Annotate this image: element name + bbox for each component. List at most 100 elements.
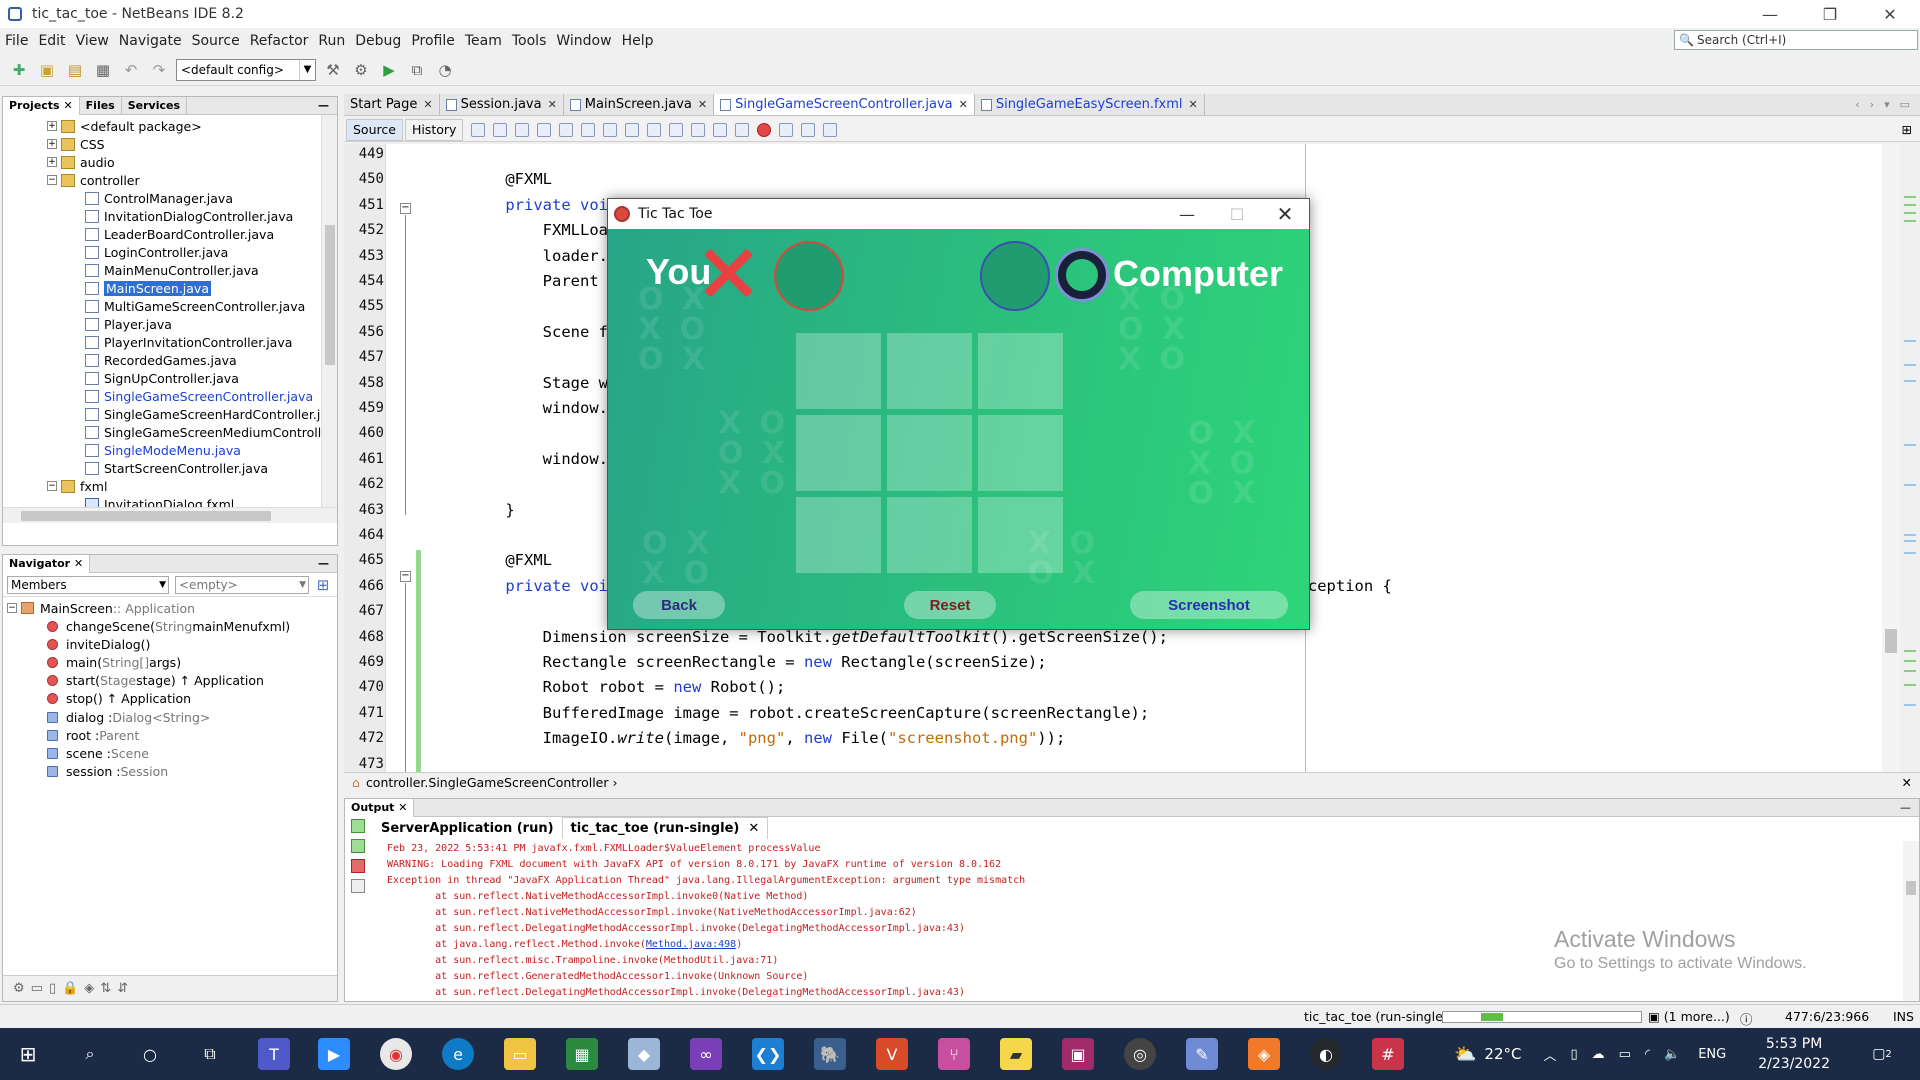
tree-item[interactable]: LeaderBoardController.java <box>85 225 274 243</box>
code-line[interactable]: Scene fxm <box>468 320 627 345</box>
code-line[interactable]: Parent fx <box>468 269 627 294</box>
tab-navigator[interactable]: Navigator ✕ <box>3 554 91 573</box>
tree-item[interactable]: InvitationDialogController.java <box>85 207 293 225</box>
sort-source-icon[interactable]: ⇵ <box>117 981 128 996</box>
navigator-member[interactable]: scene : Scene <box>47 744 149 762</box>
board-cell-6[interactable] <box>796 497 881 573</box>
tray-chevron-icon[interactable]: ︿ <box>1543 1045 1556 1064</box>
expand-toggle-icon[interactable]: + <box>47 139 57 149</box>
code-line[interactable]: window.sh <box>468 447 627 472</box>
config-select[interactable]: <default config> ▼ <box>176 58 316 81</box>
tab-services[interactable]: Services <box>122 96 188 115</box>
board-cell-3[interactable] <box>796 415 881 491</box>
rerun-different-icon[interactable] <box>351 839 365 853</box>
debug-icon[interactable]: ⧉ <box>406 59 428 81</box>
find-next-icon[interactable] <box>581 122 596 137</box>
navigator-member[interactable]: dialog : Dialog<String> <box>47 708 210 726</box>
editor-tab[interactable]: SingleGameScreenController.java ✕ <box>714 94 975 115</box>
fields-icon[interactable]: ▭ <box>31 981 43 996</box>
members-select[interactable]: Members ▼ <box>7 575 169 594</box>
close-tab-icon[interactable]: ✕ <box>548 98 557 111</box>
last-edit-icon[interactable] <box>471 122 486 137</box>
onedrive-icon[interactable]: ☁ <box>1592 1047 1605 1062</box>
notifications-icon[interactable]: ⓘ <box>1740 1009 1753 1028</box>
code-line[interactable]: Stage win <box>468 371 627 396</box>
vlc-icon[interactable]: V <box>876 1038 908 1070</box>
find-prev-icon[interactable] <box>559 122 574 137</box>
tab-navigation[interactable]: ‹ › ▾ ▭ <box>1855 94 1920 115</box>
editor-vscroll[interactable] <box>1882 144 1900 772</box>
back-button[interactable]: Back <box>633 591 725 619</box>
tree-item[interactable]: MainScreen.java <box>85 279 211 297</box>
task-view-icon[interactable]: ⧉ <box>194 1038 226 1070</box>
language-indicator[interactable]: ENG <box>1698 1047 1726 1062</box>
device-icon[interactable]: ▯ <box>1571 1047 1578 1062</box>
tree-hscroll[interactable] <box>3 507 337 523</box>
board-cell-0[interactable] <box>796 333 881 409</box>
board-cell-7[interactable] <box>887 497 972 573</box>
close-button[interactable]: ✕ <box>1860 0 1920 28</box>
sort-name-icon[interactable]: ⇅ <box>100 981 111 996</box>
code-line[interactable]: ImageIO.write(image, "png", new File("sc… <box>468 726 1066 751</box>
minimize-panel-icon[interactable]: — <box>318 99 337 112</box>
tree-item[interactable]: SignUpController.java <box>85 369 239 387</box>
code-line[interactable]: FXMLLoade <box>468 218 627 243</box>
reset-button[interactable]: Reset <box>904 591 996 619</box>
navigator-member[interactable]: stop() ↑ Application <box>47 690 191 708</box>
brave-icon[interactable]: ◈ <box>1248 1038 1280 1070</box>
navigator-member[interactable]: changeScene(String mainMenufxml) <box>47 617 290 635</box>
search-input[interactable]: 🔍 Search (Ctrl+I) <box>1674 30 1918 50</box>
close-tab-icon[interactable]: ✕ <box>698 98 707 111</box>
file-explorer-icon[interactable]: ▭ <box>504 1038 536 1070</box>
tree-item[interactable]: ControlManager.java <box>85 189 233 207</box>
board-cell-2[interactable] <box>978 333 1063 409</box>
toggle-bookmark-icon[interactable] <box>691 122 706 137</box>
toggle-rect-selection-icon[interactable] <box>625 122 640 137</box>
navigator-member[interactable]: session : Session <box>47 763 168 781</box>
minimize-panel-icon[interactable]: — <box>1900 801 1919 814</box>
settings-icon[interactable] <box>351 879 365 893</box>
tree-item[interactable]: MainMenuController.java <box>85 261 259 279</box>
code-line[interactable]: @FXML <box>468 167 552 192</box>
chrome-icon[interactable]: ◉ <box>380 1038 412 1070</box>
tree-item[interactable]: − fxml <box>47 477 107 495</box>
navigator-member[interactable]: inviteDialog() <box>47 635 150 653</box>
postgres-icon[interactable]: 🐘 <box>814 1038 846 1070</box>
tree-item[interactable]: + audio <box>47 153 115 171</box>
media-icon[interactable]: ▣ <box>1062 1038 1094 1070</box>
uncomment-icon[interactable] <box>823 122 838 137</box>
menu-tools[interactable]: Tools <box>507 33 552 49</box>
chevron-left-icon[interactable]: ‹ <box>1855 98 1859 111</box>
split-editor-icon[interactable]: ⊞ <box>1902 122 1920 137</box>
menu-source[interactable]: Source <box>187 33 245 49</box>
tab-files[interactable]: Files <box>80 96 122 115</box>
notification-center-icon[interactable]: ▢ 2 <box>1866 1038 1898 1070</box>
output-log[interactable]: Feb 23, 2022 5:53:41 PM javafx.fxml.FXML… <box>387 841 1025 1001</box>
editor-tab[interactable]: Start Page ✕ <box>344 94 440 115</box>
tree-vscroll[interactable] <box>321 115 337 523</box>
close-tab-icon[interactable]: ✕ <box>423 98 432 111</box>
menu-run[interactable]: Run <box>313 33 350 49</box>
github-icon[interactable]: ◐ <box>1310 1038 1342 1070</box>
code-line[interactable]: @FXML <box>468 548 552 573</box>
menu-profile[interactable]: Profile <box>406 33 460 49</box>
menu-edit[interactable]: Edit <box>33 33 70 49</box>
save-all-icon[interactable]: ▦ <box>92 59 114 81</box>
nonpublic-icon[interactable]: 🔒 <box>62 981 78 996</box>
more-tasks[interactable]: ▣ (1 more...) <box>1648 1009 1730 1024</box>
shift-right-icon[interactable] <box>735 122 750 137</box>
toggle-highlight-icon[interactable] <box>603 122 618 137</box>
history-tab[interactable]: History <box>404 118 464 141</box>
menu-navigate[interactable]: Navigate <box>114 33 187 49</box>
inherited-icon[interactable]: ◈ <box>84 981 94 996</box>
fold-toggle[interactable]: − <box>400 203 411 214</box>
clock[interactable]: 5:53 PM 2/23/2022 <box>1758 1034 1830 1074</box>
restore-button[interactable]: ❐ <box>1800 0 1860 28</box>
paint-icon[interactable]: ✎ <box>1186 1038 1218 1070</box>
undo-icon[interactable]: ↶ <box>120 59 142 81</box>
menu-team[interactable]: Team <box>460 33 507 49</box>
expand-toggle-icon[interactable]: + <box>47 157 57 167</box>
dialog-minimize-button[interactable]: — <box>1162 199 1212 229</box>
code-line[interactable]: private void <box>468 193 617 218</box>
obs-icon[interactable]: ◎ <box>1124 1038 1156 1070</box>
